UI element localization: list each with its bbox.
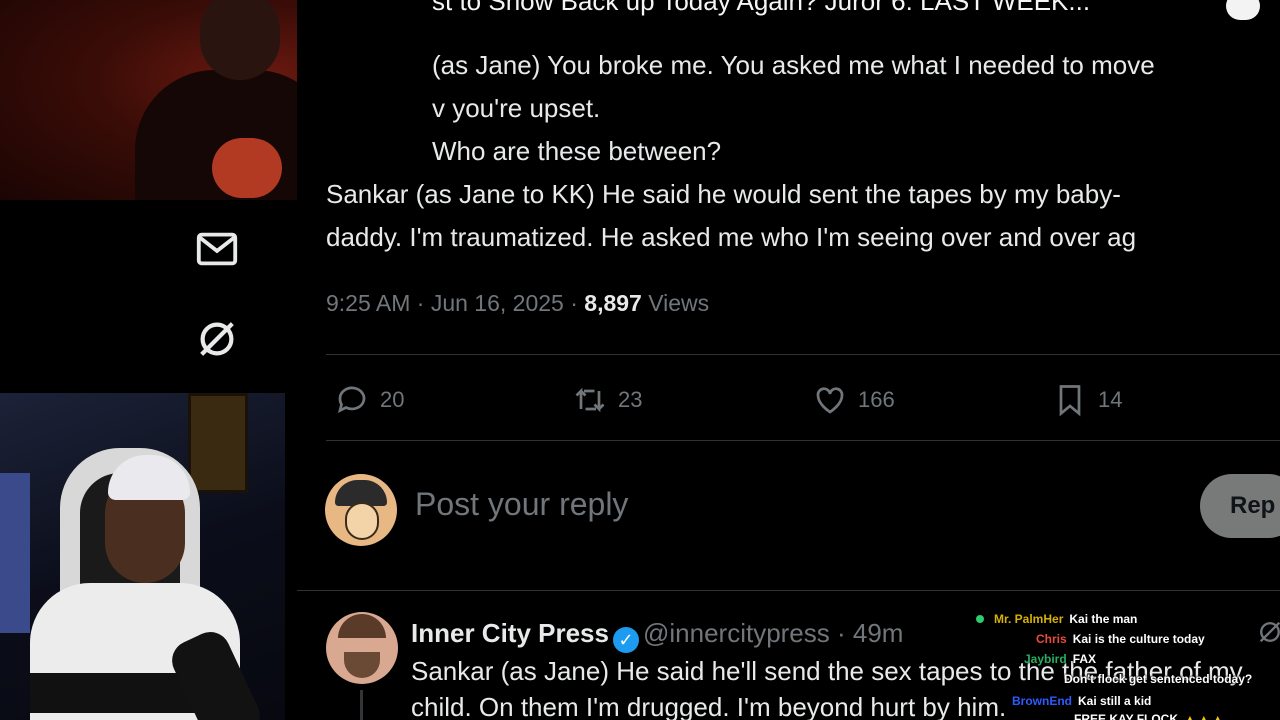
chat-text: Kai the man bbox=[1069, 612, 1138, 626]
chat-message: FREE KAY FLOCK ▲▲▲ bbox=[1068, 712, 1226, 720]
reply-input[interactable]: Post your reply bbox=[415, 486, 628, 523]
tweet-line: (as Jane) You broke me. You asked me wha… bbox=[432, 50, 1155, 80]
author-name[interactable]: Inner City Press bbox=[411, 618, 609, 648]
chat-message: Don't flock get sentenced today? bbox=[1058, 672, 1252, 686]
tweet-line: Who are these between? bbox=[432, 136, 722, 166]
shirt-graphic bbox=[212, 138, 282, 198]
bookmark-icon bbox=[1059, 385, 1081, 417]
wall-light bbox=[0, 473, 30, 633]
tweet-line: Sankar (as Jane to KK) He said he would … bbox=[326, 179, 1121, 209]
reply-icon bbox=[337, 386, 366, 414]
avatar[interactable] bbox=[326, 612, 398, 684]
chat-badge-icon bbox=[976, 615, 984, 623]
chat-message: Chris Kai is the culture today bbox=[1036, 632, 1205, 646]
views-label: Views bbox=[648, 290, 710, 316]
tweet-meta: 9:25 AM · Jun 16, 2025 · 8,897 Views bbox=[326, 290, 709, 317]
divider bbox=[297, 590, 1280, 591]
reply-count: 20 bbox=[380, 387, 405, 412]
chat-text: FAX bbox=[1072, 652, 1097, 666]
thread-line bbox=[360, 690, 363, 720]
views-count: 8,897 bbox=[584, 290, 642, 316]
reply-button[interactable]: 20 bbox=[334, 380, 404, 420]
reply-submit-button[interactable]: Rep bbox=[1200, 474, 1280, 538]
webcam-bottom bbox=[0, 393, 285, 720]
chat-message: BrownEnd Kai still a kid bbox=[1012, 694, 1151, 708]
avatar-face bbox=[345, 502, 379, 540]
avatar-beard bbox=[344, 652, 380, 678]
chat-user: Mr. PalmHer bbox=[994, 612, 1064, 626]
divider bbox=[326, 354, 1280, 355]
sidebar-nav bbox=[0, 200, 297, 390]
chat-message: Mr. PalmHer Kai the man bbox=[976, 612, 1137, 626]
tweet-timestamp[interactable]: 9:25 AM · Jun 16, 2025 · bbox=[326, 290, 584, 316]
mail-icon[interactable] bbox=[192, 224, 242, 274]
chat-overlay: Mr. PalmHer Kai the man Chris Kai is the c… bbox=[970, 610, 1280, 720]
chat-user: Chris bbox=[1036, 632, 1067, 646]
avatar[interactable] bbox=[325, 474, 397, 546]
chat-user: BrownEnd bbox=[1012, 694, 1072, 708]
chat-text: Kai is the culture today bbox=[1072, 632, 1205, 646]
tweet-line: daddy. I'm traumatized. He asked me who … bbox=[326, 222, 1137, 252]
like-count: 166 bbox=[858, 387, 895, 412]
grok-slash-icon[interactable] bbox=[192, 314, 242, 364]
chat-user: Jaybird bbox=[1024, 652, 1067, 666]
avatar-hair bbox=[338, 614, 386, 638]
chat-text: FREE KAY FLOCK bbox=[1074, 712, 1179, 720]
divider bbox=[326, 440, 1280, 441]
background-window bbox=[188, 393, 248, 493]
bookmark-button[interactable]: 14 bbox=[1052, 380, 1122, 420]
reply-header: Inner City Press ✓ @innercitypress · 49m bbox=[411, 618, 903, 653]
like-button[interactable]: 166 bbox=[812, 380, 895, 420]
emote-icon: ▲▲▲ bbox=[1184, 712, 1226, 720]
author-handle[interactable]: @innercitypress · 49m bbox=[643, 618, 903, 648]
chat-message: Jaybird FAX bbox=[1024, 652, 1096, 666]
like-icon bbox=[816, 387, 844, 414]
chat-text: Kai still a kid bbox=[1078, 694, 1152, 708]
tweet-line: v you're upset. bbox=[432, 93, 601, 123]
repost-count: 23 bbox=[618, 387, 643, 412]
repost-icon bbox=[575, 387, 605, 413]
chat-text: Don't flock get sentenced today? bbox=[1064, 672, 1253, 686]
streamer-head bbox=[200, 0, 280, 80]
video-title: st to Show Back up Today Again? Juror 6:… bbox=[432, 0, 1091, 16]
bookmark-count: 14 bbox=[1098, 387, 1123, 412]
verified-badge-icon: ✓ bbox=[612, 627, 639, 653]
repost-button[interactable]: 23 bbox=[572, 380, 642, 420]
